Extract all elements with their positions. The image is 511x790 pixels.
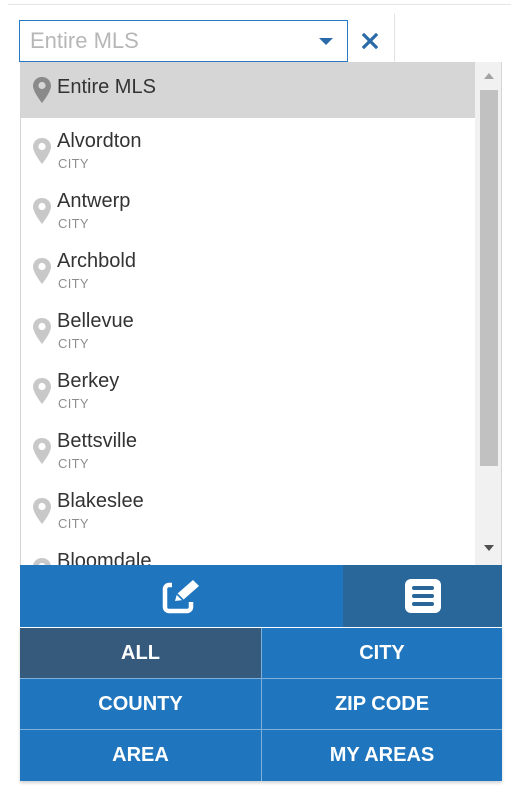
map-pin-icon <box>33 77 51 103</box>
filter-city-button[interactable]: CITY <box>262 628 502 678</box>
list-icon <box>404 579 441 613</box>
close-icon[interactable] <box>357 27 383 55</box>
filter-county-button[interactable]: COUNTY <box>20 679 261 729</box>
map-pin-icon <box>33 378 51 404</box>
list-item-label: Bloomdale <box>57 550 152 565</box>
map-pin-icon <box>33 438 51 464</box>
location-picker: Entire MLS Alvordton CITY Antwerp CITY <box>0 0 511 790</box>
list-item[interactable]: Bloomdale <box>21 548 476 565</box>
list-item[interactable]: Archbold CITY <box>21 248 476 304</box>
list-item-type: CITY <box>58 396 89 411</box>
filter-my-areas-button[interactable]: MY AREAS <box>262 730 502 780</box>
map-pin-icon <box>33 498 51 524</box>
filter-all-button[interactable]: ALL <box>20 628 261 678</box>
edit-icon <box>162 580 199 614</box>
list-item-type: CITY <box>58 276 89 291</box>
list-item-type: CITY <box>58 216 89 231</box>
map-pin-icon <box>33 558 51 565</box>
divider <box>8 4 511 5</box>
list-item-label: Bellevue <box>57 310 134 332</box>
divider <box>394 14 395 62</box>
list-item-type: CITY <box>58 156 89 171</box>
map-pin-icon <box>33 258 51 284</box>
map-pin-icon <box>33 198 51 224</box>
location-list: Entire MLS Alvordton CITY Antwerp CITY A… <box>21 62 476 565</box>
list-item-type: CITY <box>58 456 89 471</box>
view-toolbar <box>20 565 502 627</box>
chevron-down-icon[interactable] <box>319 38 333 45</box>
location-search-input[interactable] <box>20 21 320 61</box>
filter-grid: ALL CITY COUNTY ZIP CODE AREA MY AREAS <box>20 628 502 781</box>
list-item-label: Alvordton <box>57 130 142 152</box>
list-item-type: CITY <box>58 516 89 531</box>
edit-button[interactable] <box>20 565 343 627</box>
list-item[interactable]: Berkey CITY <box>21 368 476 424</box>
list-scrollbar[interactable] <box>475 62 501 565</box>
map-pin-icon <box>33 318 51 344</box>
list-item-label: Entire MLS <box>57 76 156 98</box>
list-item-label: Bettsville <box>57 430 138 452</box>
scrollbar-thumb[interactable] <box>480 90 498 466</box>
location-dropdown: Entire MLS Alvordton CITY Antwerp CITY A… <box>20 62 502 565</box>
list-item-label: Berkey <box>57 370 120 392</box>
list-item[interactable]: Bellevue CITY <box>21 308 476 364</box>
list-item[interactable]: Blakeslee CITY <box>21 488 476 544</box>
scroll-down-icon[interactable] <box>484 545 494 551</box>
list-item-label: Blakeslee <box>57 490 144 512</box>
scroll-up-icon[interactable] <box>484 73 494 79</box>
list-item[interactable]: Alvordton CITY <box>21 128 476 184</box>
list-item[interactable]: Antwerp CITY <box>21 188 476 244</box>
list-item-type: CITY <box>58 336 89 351</box>
map-pin-icon <box>33 138 51 164</box>
list-item[interactable]: Bettsville CITY <box>21 428 476 484</box>
list-item-label: Antwerp <box>57 190 131 212</box>
list-view-button[interactable] <box>343 565 502 627</box>
close-icon-glyph <box>362 33 378 49</box>
list-item-label: Archbold <box>57 250 136 272</box>
divider <box>261 628 262 781</box>
location-search-box[interactable] <box>19 20 348 62</box>
list-item-entire-mls[interactable]: Entire MLS <box>21 62 476 118</box>
filter-zip-code-button[interactable]: ZIP CODE <box>262 679 502 729</box>
filter-area-button[interactable]: AREA <box>20 730 261 780</box>
